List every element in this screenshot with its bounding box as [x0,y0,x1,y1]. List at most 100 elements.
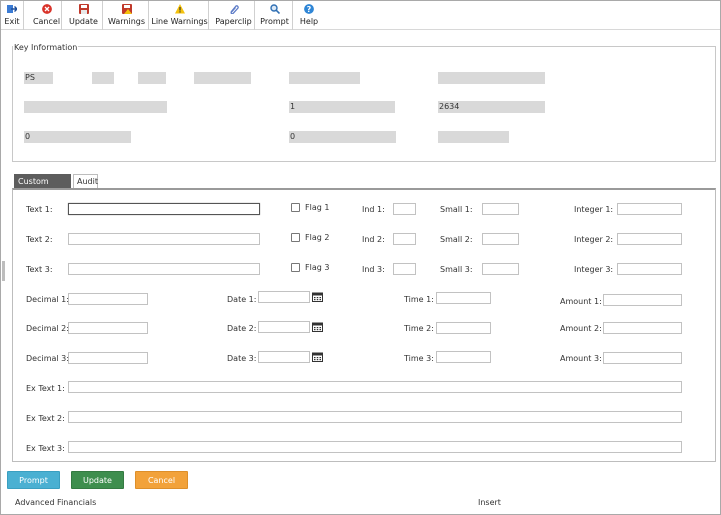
warnings-label: Warnings [107,17,146,26]
help-button[interactable]: ? Help [295,1,323,30]
integer-2-input[interactable] [617,233,682,245]
splitter-handle[interactable] [2,261,5,281]
help-label: Help [299,17,319,26]
save-icon [78,4,89,14]
cancel-toolbar-button[interactable]: Cancel [32,1,62,30]
key-field [438,72,545,84]
exit-button[interactable]: Exit [1,1,24,30]
prompt-button[interactable]: Prompt [7,471,60,489]
decimal-2-input[interactable] [68,322,148,334]
ind-3-label: Ind 3: [362,265,385,274]
key-field [289,72,360,84]
key-field: PS [24,72,53,84]
time-1-input[interactable] [436,292,491,304]
line-warnings-button[interactable]: Line Warnings [151,1,209,30]
time-2-input[interactable] [436,322,491,334]
cancel-button[interactable]: Cancel [135,471,188,489]
paperclip-label: Paperclip [215,17,252,26]
small-3-label: Small 3: [440,265,473,274]
exit-label: Exit [4,17,20,26]
key-field: 1 [289,101,395,113]
calendar-icon[interactable] [312,352,323,362]
integer-1-input[interactable] [617,203,682,215]
tab-audit[interactable]: Audit [73,174,98,188]
cancel-toolbar-label: Cancel [32,17,61,26]
key-information-legend: Key Information [13,43,79,52]
line-warnings-label: Line Warnings [151,17,208,26]
date-2-label: Date 2: [227,324,257,333]
decimal-3-label: Decimal 3: [26,354,69,363]
decimal-3-input[interactable] [68,352,148,364]
text-3-label: Text 3: [26,265,53,274]
toolbar: Exit Cancel Update Warnings Line Warning… [1,1,720,30]
key-field: 0 [289,131,396,143]
date-3-input[interactable] [258,351,310,363]
key-field [194,72,251,84]
key-field [438,131,509,143]
decimal-1-input[interactable] [68,293,148,305]
tab-custom-fields[interactable]: Custom Fields [14,174,71,199]
key-field [138,72,166,84]
date-2-input[interactable] [258,321,310,333]
svg-text:?: ? [307,5,312,14]
ex-text-2-label: Ex Text 2: [26,414,65,423]
small-3-input[interactable] [482,263,519,275]
integer-3-input[interactable] [617,263,682,275]
ind-2-input[interactable] [393,233,416,245]
text-2-label: Text 2: [26,235,53,244]
flag-2-label: Flag 2 [305,233,330,242]
ex-text-1-label: Ex Text 1: [26,384,65,393]
amount-3-input[interactable] [603,352,682,364]
calendar-icon[interactable] [312,322,323,332]
date-1-label: Date 1: [227,295,257,304]
flag-1-checkbox[interactable] [291,203,300,212]
flag-2-checkbox[interactable] [291,233,300,242]
small-1-label: Small 1: [440,205,473,214]
exit-icon [7,5,17,13]
integer-2-label: Integer 2: [574,235,614,244]
small-2-label: Small 2: [440,235,473,244]
integer-3-label: Integer 3: [574,265,614,274]
app-name-status: Advanced Financials [15,498,97,507]
key-field: 2634 [438,101,545,113]
ex-text-1-input[interactable] [68,381,682,393]
update-button[interactable]: Update [71,471,124,489]
ex-text-2-input[interactable] [68,411,682,423]
key-field [92,72,114,84]
time-3-input[interactable] [436,351,491,363]
flag-3-checkbox[interactable] [291,263,300,272]
ex-text-3-label: Ex Text 3: [26,444,65,453]
prompt-toolbar-button[interactable]: Prompt [257,1,293,30]
date-3-label: Date 3: [227,354,257,363]
help-icon: ? [304,4,314,14]
text-2-input[interactable] [68,233,260,245]
paperclip-button[interactable]: Paperclip [213,1,255,30]
ind-1-input[interactable] [393,203,416,215]
amount-2-input[interactable] [603,322,682,334]
ind-1-label: Ind 1: [362,205,385,214]
decimal-2-label: Decimal 2: [26,324,69,333]
paperclip-icon [230,5,239,14]
text-1-input[interactable] [68,203,260,215]
warnings-icon [121,4,132,14]
amount-1-input[interactable] [603,294,682,306]
key-field: 0 [24,131,131,143]
warnings-button[interactable]: Warnings [105,1,149,30]
key-field [24,101,167,113]
text-1-label: Text 1: [26,205,53,214]
ex-text-3-input[interactable] [68,441,682,453]
small-2-input[interactable] [482,233,519,245]
update-toolbar-label: Update [69,17,98,26]
calendar-icon[interactable] [312,292,323,302]
small-1-input[interactable] [482,203,519,215]
integer-1-label: Integer 1: [574,205,614,214]
update-toolbar-button[interactable]: Update [65,1,103,30]
date-1-input[interactable] [258,291,310,303]
flag-1-label: Flag 1 [305,203,330,212]
cancel-icon [41,4,52,14]
text-3-input[interactable] [68,263,260,275]
mode-status: Insert [478,498,501,507]
magnifier-icon [269,4,280,14]
ind-3-input[interactable] [393,263,416,275]
time-2-label: Time 2: [404,324,434,333]
